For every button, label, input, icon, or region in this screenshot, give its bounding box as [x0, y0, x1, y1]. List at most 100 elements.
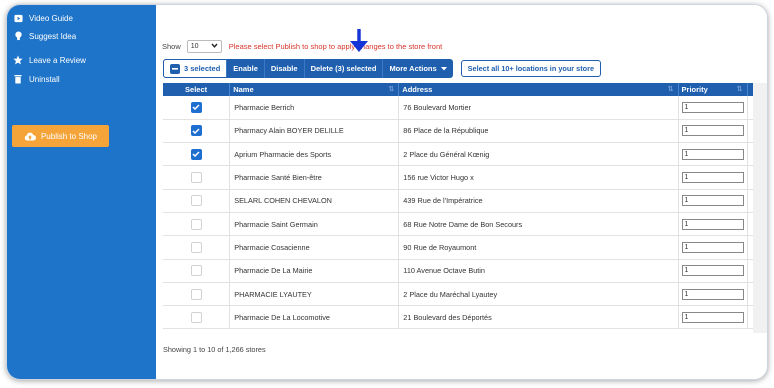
select-cell — [163, 119, 231, 144]
priority-cell: 1 — [678, 282, 748, 307]
sidebar-item-label: Uninstall — [29, 74, 60, 84]
priority-input[interactable]: 1 — [681, 148, 744, 160]
table-scrollbar[interactable] — [753, 83, 767, 333]
checkbox-unchecked[interactable] — [190, 172, 202, 184]
col-header-select: Select — [163, 83, 231, 96]
table-row: Pharmacie De La Locomotive 21 Boulevard d… — [163, 305, 763, 330]
name-cell: Pharmacie De La Locomotive — [229, 305, 400, 330]
select-cell — [163, 235, 231, 260]
checkbox-unchecked[interactable] — [190, 218, 202, 230]
table-row: SELARL COHEN CHEVALON 439 Rue de l'Impéra… — [163, 189, 763, 213]
priority-cell: 1 — [678, 165, 748, 190]
priority-cell: 1 — [678, 119, 748, 144]
priority-input[interactable]: 1 — [681, 125, 744, 137]
checkbox-checked[interactable] — [190, 101, 202, 113]
priority-input[interactable]: 1 — [681, 218, 744, 230]
priority-cell: 1 — [678, 235, 748, 260]
sidebar-item-suggest-idea[interactable]: Suggest Idea — [13, 29, 76, 43]
page-size-select[interactable]: 10 — [186, 40, 222, 53]
priority-input[interactable]: 1 — [681, 288, 744, 300]
priority-input[interactable]: 1 — [681, 265, 744, 277]
col-header-name[interactable]: Name ⇅ — [229, 83, 400, 96]
more-actions-label: More Actions — [389, 64, 437, 73]
arrow-down-icon — [349, 29, 369, 53]
bulk-action-group: 3 selected Enable Disable Delete (3) sel… — [163, 59, 453, 78]
checkbox-checked[interactable] — [190, 125, 202, 137]
select-cell — [163, 142, 231, 167]
name-cell: Aprium Pharmacie des Sports — [229, 142, 400, 167]
bulk-action-bar: 3 selected Enable Disable Delete (3) sel… — [163, 59, 601, 78]
sidebar-item-label: Leave a Review — [29, 55, 86, 65]
col-header-priority[interactable]: Priority ⇅ — [678, 83, 748, 96]
table-row: Pharmacie De La Mairie 110 Avenue Octave … — [163, 259, 763, 283]
priority-input[interactable]: 1 — [681, 311, 744, 323]
trash-icon — [13, 74, 23, 84]
selected-count-toggle[interactable]: 3 selected — [163, 59, 228, 78]
show-label: Show — [162, 42, 181, 51]
main-content: Show 10 Please select Publish to shop to… — [156, 5, 767, 379]
sort-icon[interactable]: ⇅ — [737, 85, 743, 93]
selected-count-label: 3 selected — [184, 64, 221, 73]
chevron-down-icon — [211, 43, 218, 50]
select-cell — [163, 212, 231, 237]
checkbox-unchecked[interactable] — [190, 241, 202, 253]
priority-cell: 1 — [678, 189, 748, 213]
show-row: Show 10 Please select Publish to shop to… — [162, 40, 442, 53]
priority-input[interactable]: 1 — [681, 195, 744, 207]
address-cell: 439 Rue de l'Impératrice — [398, 189, 679, 213]
address-cell: 21 Boulevard des Déportés — [398, 305, 679, 330]
sort-icon[interactable]: ⇅ — [388, 85, 394, 93]
address-cell: 76 Boulevard Mortier — [398, 96, 679, 120]
caret-down-icon — [440, 64, 447, 73]
name-cell: Pharmacie Santé Bien-être — [229, 165, 400, 190]
table-row: Pharmacie Santé Bien-être 156 rue Victor … — [163, 165, 763, 190]
select-cell — [163, 96, 231, 120]
address-cell: 2 Place du Général Kœnig — [398, 142, 679, 167]
page-size-value: 10 — [190, 43, 199, 50]
select-cell — [163, 305, 231, 330]
checkbox-unchecked[interactable] — [190, 288, 202, 300]
sort-icon[interactable]: ⇅ — [668, 85, 674, 93]
store-table: Select Name ⇅ Address ⇅ Priority ⇅ Pharmaci… — [163, 83, 763, 330]
table-row: Pharmacie Saint Germain 68 Rue Notre Dame… — [163, 212, 763, 237]
sidebar-item-uninstall[interactable]: Uninstall — [13, 72, 60, 86]
table-row: PHARMACIE LYAUTEY 2 Place du Maréchal Lya… — [163, 282, 763, 307]
more-actions-dropdown[interactable]: More Actions — [383, 59, 452, 78]
sidebar-item-label: Video Guide — [29, 13, 73, 23]
delete-selected-button[interactable]: Delete (3) selected — [305, 59, 384, 78]
minus-checkbox-icon — [170, 63, 180, 74]
priority-cell: 1 — [678, 96, 748, 120]
checkbox-unchecked[interactable] — [190, 311, 202, 323]
name-cell: Pharmacie Cosacienne — [229, 235, 400, 260]
name-cell: Pharmacie De La Mairie — [229, 259, 400, 283]
checkbox-checked[interactable] — [190, 148, 202, 160]
priority-cell: 1 — [678, 259, 748, 283]
table-row: Pharmacie Cosacienne 90 Rue de Royaumont 1 — [163, 235, 763, 260]
priority-cell: 1 — [678, 142, 748, 167]
select-all-locations-button[interactable]: Select all 10+ locations in your store — [460, 60, 601, 77]
priority-cell: 1 — [678, 305, 748, 330]
disable-button[interactable]: Disable — [265, 59, 305, 78]
name-cell: SELARL COHEN CHEVALON — [229, 189, 400, 213]
table-row: Aprium Pharmacie des Sports 2 Place du Gé… — [163, 142, 763, 167]
lightbulb-icon — [13, 31, 23, 41]
priority-input[interactable]: 1 — [681, 172, 744, 184]
priority-input[interactable]: 1 — [681, 241, 744, 253]
name-cell: PHARMACIE LYAUTEY — [229, 282, 400, 307]
select-cell — [163, 259, 231, 283]
col-header-address[interactable]: Address ⇅ — [398, 83, 679, 96]
select-cell — [163, 282, 231, 307]
table-header-row: Select Name ⇅ Address ⇅ Priority ⇅ — [163, 83, 763, 96]
publish-to-shop-button[interactable]: Publish to Shop — [12, 125, 109, 147]
sidebar-item-video-guide[interactable]: Video Guide — [13, 11, 73, 25]
priority-input[interactable]: 1 — [681, 101, 744, 113]
enable-button[interactable]: Enable — [227, 59, 265, 78]
video-icon — [13, 13, 23, 23]
address-cell: 2 Place du Maréchal Lyautey — [398, 282, 679, 307]
checkbox-unchecked[interactable] — [190, 195, 202, 207]
cloud-upload-icon — [24, 132, 36, 141]
sidebar-item-leave-review[interactable]: Leave a Review — [13, 53, 86, 67]
name-cell: Pharmacie Berrich — [229, 96, 400, 120]
select-cell — [163, 165, 231, 190]
checkbox-unchecked[interactable] — [190, 265, 202, 277]
